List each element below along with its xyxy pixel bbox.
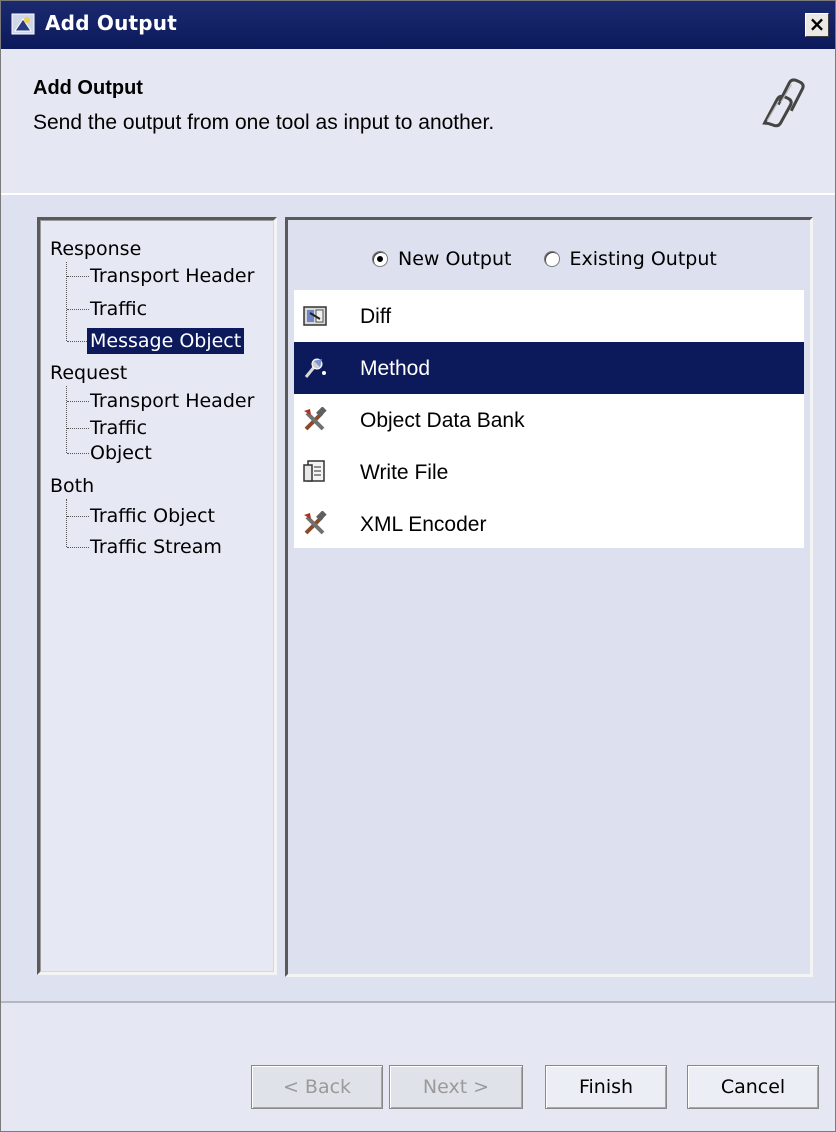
tool-item-xml-encoder[interactable]: XML Encoder <box>294 498 804 550</box>
tree-node-both-traffic-stream[interactable]: Traffic Stream <box>90 534 222 560</box>
tool-item-write-file[interactable]: Write File <box>294 446 804 498</box>
tool-item-object-data-bank[interactable]: Object Data Bank <box>294 394 804 446</box>
tree-node-both-traffic-object[interactable]: Traffic Object <box>90 503 215 529</box>
content-area: Response Transport Header Traffic Messag… <box>1 195 835 1001</box>
tree-node-request[interactable]: Request <box>50 360 127 386</box>
cancel-button[interactable]: Cancel <box>687 1065 819 1109</box>
tool-label-diff: Diff <box>360 305 392 328</box>
tree-node-request-traffic[interactable]: Traffic <box>90 415 147 441</box>
tool-list: Diff Method Object Data Bank Write File … <box>294 290 804 548</box>
tool-item-method[interactable]: Method <box>294 342 804 394</box>
radio-new-output-indicator[interactable] <box>372 251 388 267</box>
button-bar: < Back Next > Finish Cancel <box>1 1001 835 1131</box>
finish-button[interactable]: Finish <box>545 1065 667 1109</box>
tree-node-response-message-object[interactable]: Message Object <box>87 328 245 354</box>
tree-node-both[interactable]: Both <box>50 473 94 499</box>
tool-item-diff[interactable]: Diff <box>294 290 804 342</box>
app-icon <box>11 13 35 35</box>
tree-node-response[interactable]: Response <box>50 236 141 262</box>
tree-node-response-transport-header[interactable]: Transport Header <box>90 263 254 289</box>
title-bar[interactable]: Add Output × <box>1 1 835 49</box>
tree-node-request-transport-header[interactable]: Transport Header <box>90 388 254 414</box>
tool-label-write-file: Write File <box>360 461 449 484</box>
tool-label-object-data-bank: Object Data Bank <box>360 409 525 432</box>
tool-label-method: Method <box>360 357 431 380</box>
window-title: Add Output <box>45 11 177 35</box>
diff-icon <box>303 306 327 326</box>
wizard-header: Add Output Send the output from one tool… <box>1 49 835 195</box>
output-source-tree: Response Transport Header Traffic Messag… <box>37 217 277 975</box>
radio-existing-output-indicator[interactable] <box>543 251 560 267</box>
chain-link-icon <box>762 78 805 128</box>
back-button[interactable]: < Back <box>251 1065 383 1109</box>
radio-new-output[interactable]: New Output <box>372 248 511 270</box>
tree-node-request-object[interactable]: Object <box>90 440 152 466</box>
next-button[interactable]: Next > <box>389 1065 523 1109</box>
tools-icon <box>304 407 327 431</box>
radio-new-output-label: New Output <box>398 248 512 270</box>
tools-icon <box>304 511 327 535</box>
header-title: Add Output <box>33 77 143 99</box>
radio-existing-output[interactable]: Existing Output <box>543 248 717 270</box>
add-output-dialog: Add Output × Add Output Send the output … <box>0 0 836 1132</box>
tool-selection-panel: New Output Existing Output Diff Method O… <box>285 217 813 977</box>
write-file-icon <box>303 460 325 482</box>
header-subtitle: Send the output from one tool as input t… <box>33 111 495 134</box>
output-mode-group: New Output Existing Output <box>372 248 743 272</box>
radio-existing-output-label: Existing Output <box>569 248 717 270</box>
tree-node-response-traffic[interactable]: Traffic <box>90 296 147 322</box>
tool-label-xml-encoder: XML Encoder <box>360 513 487 536</box>
close-button[interactable]: × <box>805 13 829 37</box>
method-icon <box>304 358 326 378</box>
